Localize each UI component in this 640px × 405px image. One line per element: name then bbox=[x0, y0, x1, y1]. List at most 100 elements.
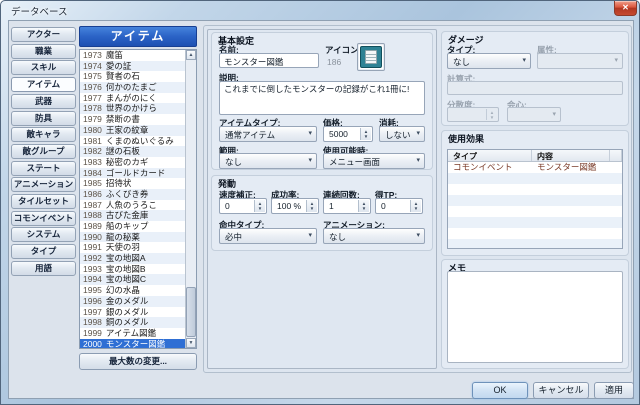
sidebar-tab-3[interactable]: アイテム bbox=[11, 77, 76, 92]
sidebar-tab-13[interactable]: タイプ bbox=[11, 244, 76, 259]
list-item[interactable]: 1981くまのぬいぐるみ bbox=[80, 136, 186, 147]
item-name: 古びた金庫 bbox=[106, 210, 149, 220]
item-id: 1997 bbox=[83, 307, 102, 317]
note-input[interactable] bbox=[447, 271, 623, 363]
sidebar-tab-1[interactable]: 職業 bbox=[11, 44, 76, 59]
list-item[interactable]: 1991天使の羽 bbox=[80, 242, 186, 253]
item-name: 招待状 bbox=[106, 178, 132, 188]
cancel-button[interactable]: キャンセル bbox=[533, 382, 589, 399]
sidebar-tab-12[interactable]: システム bbox=[11, 227, 76, 242]
stepper-arrows-icon[interactable]: ▲▼ bbox=[410, 200, 421, 212]
list-item[interactable]: 1974愛の証 bbox=[80, 61, 186, 72]
stepper-arrows-icon[interactable]: ▲▼ bbox=[306, 200, 317, 212]
effect-row-empty bbox=[448, 206, 622, 217]
item-id: 1989 bbox=[83, 221, 102, 231]
list-item[interactable]: 1990龍の秘薬 bbox=[80, 232, 186, 243]
list-item[interactable]: 1986ふくびき券 bbox=[80, 189, 186, 200]
effect-row-empty bbox=[448, 239, 622, 249]
tp-gain-stepper[interactable]: 0▲▼ bbox=[375, 198, 423, 214]
sidebar-tab-4[interactable]: 武器 bbox=[11, 94, 76, 109]
sidebar-tab-10[interactable]: タイルセット bbox=[11, 194, 76, 209]
item-name: 魔笛 bbox=[106, 50, 123, 60]
stepper-arrows-icon[interactable]: ▲▼ bbox=[254, 200, 265, 212]
stepper-arrows-icon[interactable]: ▲▼ bbox=[360, 128, 371, 140]
item-id: 1992 bbox=[83, 253, 102, 263]
ok-button[interactable]: OK bbox=[472, 382, 528, 399]
consumable-dropdown[interactable]: しない bbox=[379, 126, 425, 142]
list-item[interactable]: 1988古びた金庫 bbox=[80, 210, 186, 221]
list-item[interactable]: 1997銀のメダル bbox=[80, 307, 186, 318]
close-icon[interactable]: ✕ bbox=[614, 1, 637, 16]
list-item[interactable]: 1975賢者の石 bbox=[80, 71, 186, 82]
sidebar-tab-9[interactable]: アニメーション bbox=[11, 177, 76, 192]
item-name: 王家の紋章 bbox=[106, 125, 149, 135]
item-list-scrollbar[interactable]: ▲ ▼ bbox=[185, 50, 196, 348]
titlebar[interactable]: データベース ✕ bbox=[1, 1, 639, 20]
repeats-stepper[interactable]: 1▲▼ bbox=[323, 198, 371, 214]
list-item[interactable]: 1984ゴールドカード bbox=[80, 168, 186, 179]
item-id: 1985 bbox=[83, 178, 102, 188]
speed-stepper[interactable]: 0▲▼ bbox=[219, 198, 267, 214]
item-name: ふくびき券 bbox=[106, 189, 149, 199]
sidebar-tab-14[interactable]: 用語 bbox=[11, 261, 76, 276]
item-name: 世界のかけら bbox=[106, 103, 157, 113]
scroll-thumb[interactable] bbox=[186, 287, 196, 337]
item-name: 宝の地図B bbox=[106, 264, 146, 274]
list-item[interactable]: 1982謎の石板 bbox=[80, 146, 186, 157]
list-item[interactable]: 1995幻の水晶 bbox=[80, 285, 186, 296]
description-input[interactable]: これまでに倒したモンスターの記録がこれ1冊に! bbox=[219, 81, 425, 115]
animation-dropdown[interactable]: なし bbox=[323, 228, 425, 244]
list-item[interactable]: 1973魔笛 bbox=[80, 50, 186, 61]
list-item[interactable]: 1977まんがのにく bbox=[80, 93, 186, 104]
scope-dropdown[interactable]: なし bbox=[219, 153, 317, 169]
list-item[interactable]: 1985 招待状 bbox=[80, 178, 186, 189]
hit-type-dropdown[interactable]: 必中 bbox=[219, 228, 317, 244]
database-dialog: データベース ✕ アクター職業スキルアイテム武器防具敵キャラ敵グループステートア… bbox=[0, 0, 640, 405]
list-item[interactable]: 1996金のメダル bbox=[80, 296, 186, 307]
occasion-dropdown[interactable]: メニュー画面 bbox=[323, 153, 425, 169]
damage-type-dropdown[interactable]: なし bbox=[447, 53, 531, 69]
scroll-down-icon[interactable]: ▼ bbox=[186, 338, 196, 348]
item-id: 1977 bbox=[83, 93, 102, 103]
list-item[interactable]: 1978 世界のかけら bbox=[80, 103, 186, 114]
effect-row[interactable]: コモンイベントモンスター図鑑 bbox=[448, 162, 622, 173]
apply-button[interactable]: 適用 bbox=[594, 382, 634, 399]
list-item[interactable]: 1994宝の地図C bbox=[80, 274, 186, 285]
success-stepper[interactable]: 100 %▲▼ bbox=[271, 198, 319, 214]
list-item[interactable]: 1980 王家の紋章 bbox=[80, 125, 186, 136]
item-id: 1982 bbox=[83, 146, 102, 156]
list-item[interactable]: 1998銅のメダル bbox=[80, 317, 186, 328]
itemtype-dropdown[interactable]: 通常アイテム bbox=[219, 126, 317, 142]
item-id: 1978 bbox=[83, 103, 102, 113]
list-item[interactable]: 1992宝の地図A bbox=[80, 253, 186, 264]
sidebar-tab-7[interactable]: 敵グループ bbox=[11, 144, 76, 159]
icon-button[interactable] bbox=[357, 43, 385, 71]
sidebar-tab-0[interactable]: アクター bbox=[11, 27, 76, 42]
list-item[interactable]: 1983秘密のカギ bbox=[80, 157, 186, 168]
stepper-arrows-icon[interactable]: ▲▼ bbox=[358, 200, 369, 212]
sidebar-tab-5[interactable]: 防具 bbox=[11, 111, 76, 126]
item-name: 何かのたまご bbox=[106, 82, 157, 92]
list-item[interactable]: 1993宝の地図B bbox=[80, 264, 186, 275]
item-id: 1999 bbox=[83, 328, 102, 338]
change-maximum-button[interactable]: 最大数の変更... bbox=[79, 353, 197, 370]
sidebar-tab-11[interactable]: コモンイベント bbox=[11, 211, 76, 226]
effects-table-header: タイプ 内容 bbox=[448, 150, 622, 162]
item-listbox[interactable]: 1973魔笛1974愛の証1975賢者の石1976何かのたまご1977まんがのに… bbox=[79, 49, 197, 349]
sidebar-tab-8[interactable]: ステート bbox=[11, 161, 76, 176]
item-id: 1974 bbox=[83, 61, 102, 71]
name-input[interactable]: モンスター図鑑 bbox=[219, 53, 319, 68]
effects-table[interactable]: タイプ 内容 コモンイベントモンスター図鑑 bbox=[447, 149, 623, 249]
list-item[interactable]: 2000モンスター図鑑 bbox=[80, 339, 186, 349]
item-id: 1980 bbox=[83, 125, 102, 135]
price-stepper[interactable]: 5000▲▼ bbox=[323, 126, 373, 142]
list-item[interactable]: 1989船のキップ bbox=[80, 221, 186, 232]
list-item[interactable]: 1976何かのたまご bbox=[80, 82, 186, 93]
list-item[interactable]: 1999アイテム図鑑 bbox=[80, 328, 186, 339]
sidebar-tab-6[interactable]: 敵キャラ bbox=[11, 127, 76, 142]
variance-stepper: ▲▼ bbox=[447, 107, 499, 122]
list-item[interactable]: 1979禁断の書 bbox=[80, 114, 186, 125]
scroll-up-icon[interactable]: ▲ bbox=[186, 50, 196, 60]
sidebar-tab-2[interactable]: スキル bbox=[11, 60, 76, 75]
list-item[interactable]: 1987人魚のうろこ bbox=[80, 200, 186, 211]
